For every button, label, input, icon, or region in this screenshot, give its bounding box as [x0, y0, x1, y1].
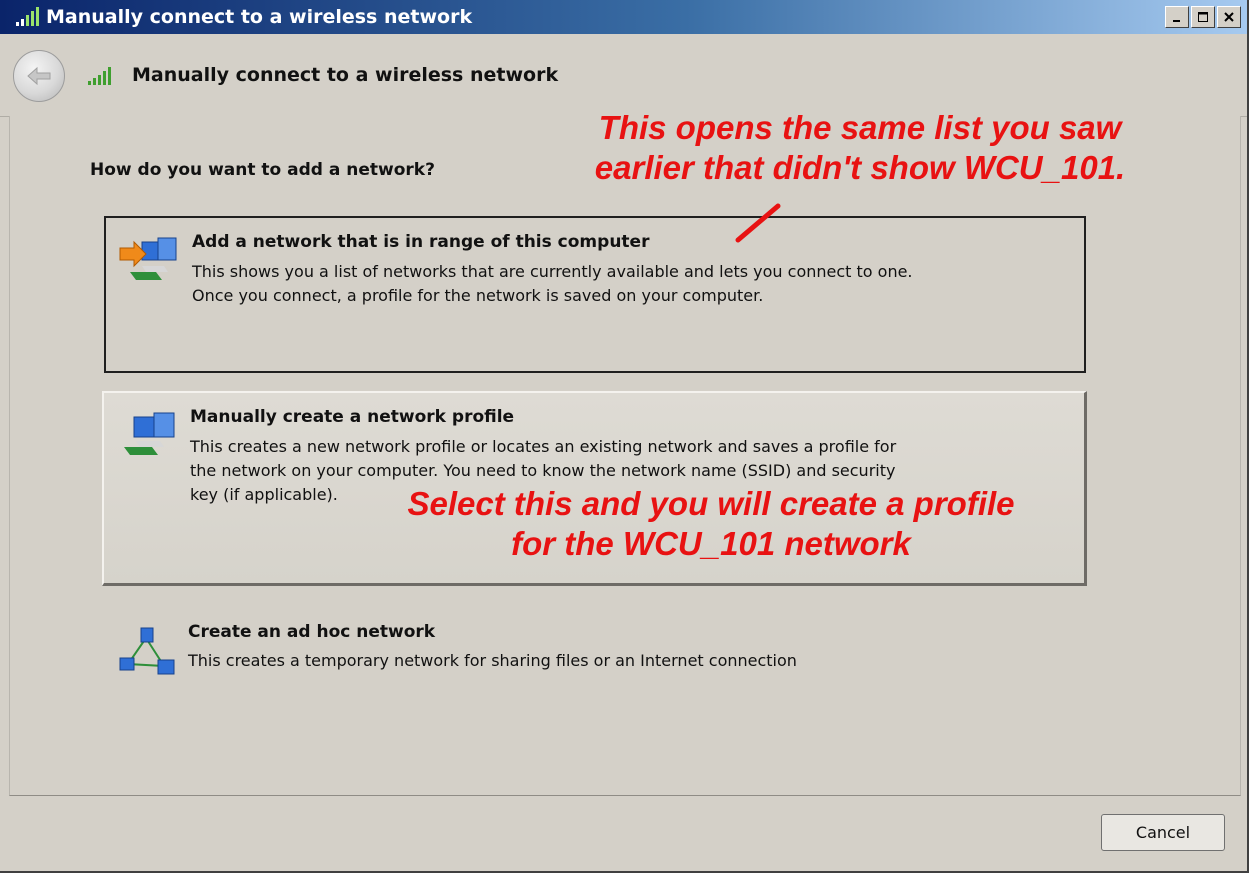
dialog-footer: Cancel [0, 796, 1247, 871]
minimize-icon [1173, 20, 1180, 22]
annotation-pointer-stroke [735, 203, 781, 243]
option-title: Create an ad hoc network [188, 622, 436, 642]
back-arrow-icon [27, 66, 51, 86]
page-title: Manually connect to a wireless network [132, 64, 559, 86]
wireless-signal-icon [88, 67, 111, 85]
back-button[interactable] [13, 50, 65, 102]
annotation-select-this: Select this and you will create a profil… [407, 485, 1015, 562]
window-title: Manually connect to a wireless network [46, 6, 473, 28]
dialog-window: Manually connect to a wireless network M… [0, 0, 1249, 873]
cancel-button[interactable]: Cancel [1101, 814, 1225, 851]
option-ad-hoc-network[interactable]: Create an ad hoc network This creates a … [102, 614, 1087, 694]
close-icon [1224, 12, 1234, 22]
minimize-button[interactable] [1165, 6, 1189, 28]
option-add-network-in-range[interactable]: Add a network that is in range of this c… [104, 216, 1086, 373]
ad-hoc-network-icon [119, 627, 175, 675]
annotation-same-list: This opens the same list you saw earlier… [594, 109, 1126, 186]
network-add-arrow-icon [119, 237, 177, 280]
navigation-bar: Manually connect to a wireless network [0, 34, 1247, 117]
window-controls [1165, 6, 1241, 28]
option-description: This creates a temporary network for sha… [188, 651, 797, 670]
wireless-signal-icon [16, 7, 39, 26]
prompt-heading: How do you want to add a network? [90, 160, 435, 180]
title-bar: Manually connect to a wireless network [0, 0, 1247, 34]
content-area: How do you want to add a network? Add a … [9, 116, 1241, 796]
option-description: This shows you a list of networks that a… [192, 262, 913, 305]
option-title: Manually create a network profile [190, 407, 515, 427]
network-computers-icon [124, 412, 175, 455]
option-title: Add a network that is in range of this c… [192, 232, 650, 252]
maximize-button[interactable] [1191, 6, 1215, 28]
maximize-icon [1198, 12, 1208, 22]
close-button[interactable] [1217, 6, 1241, 28]
